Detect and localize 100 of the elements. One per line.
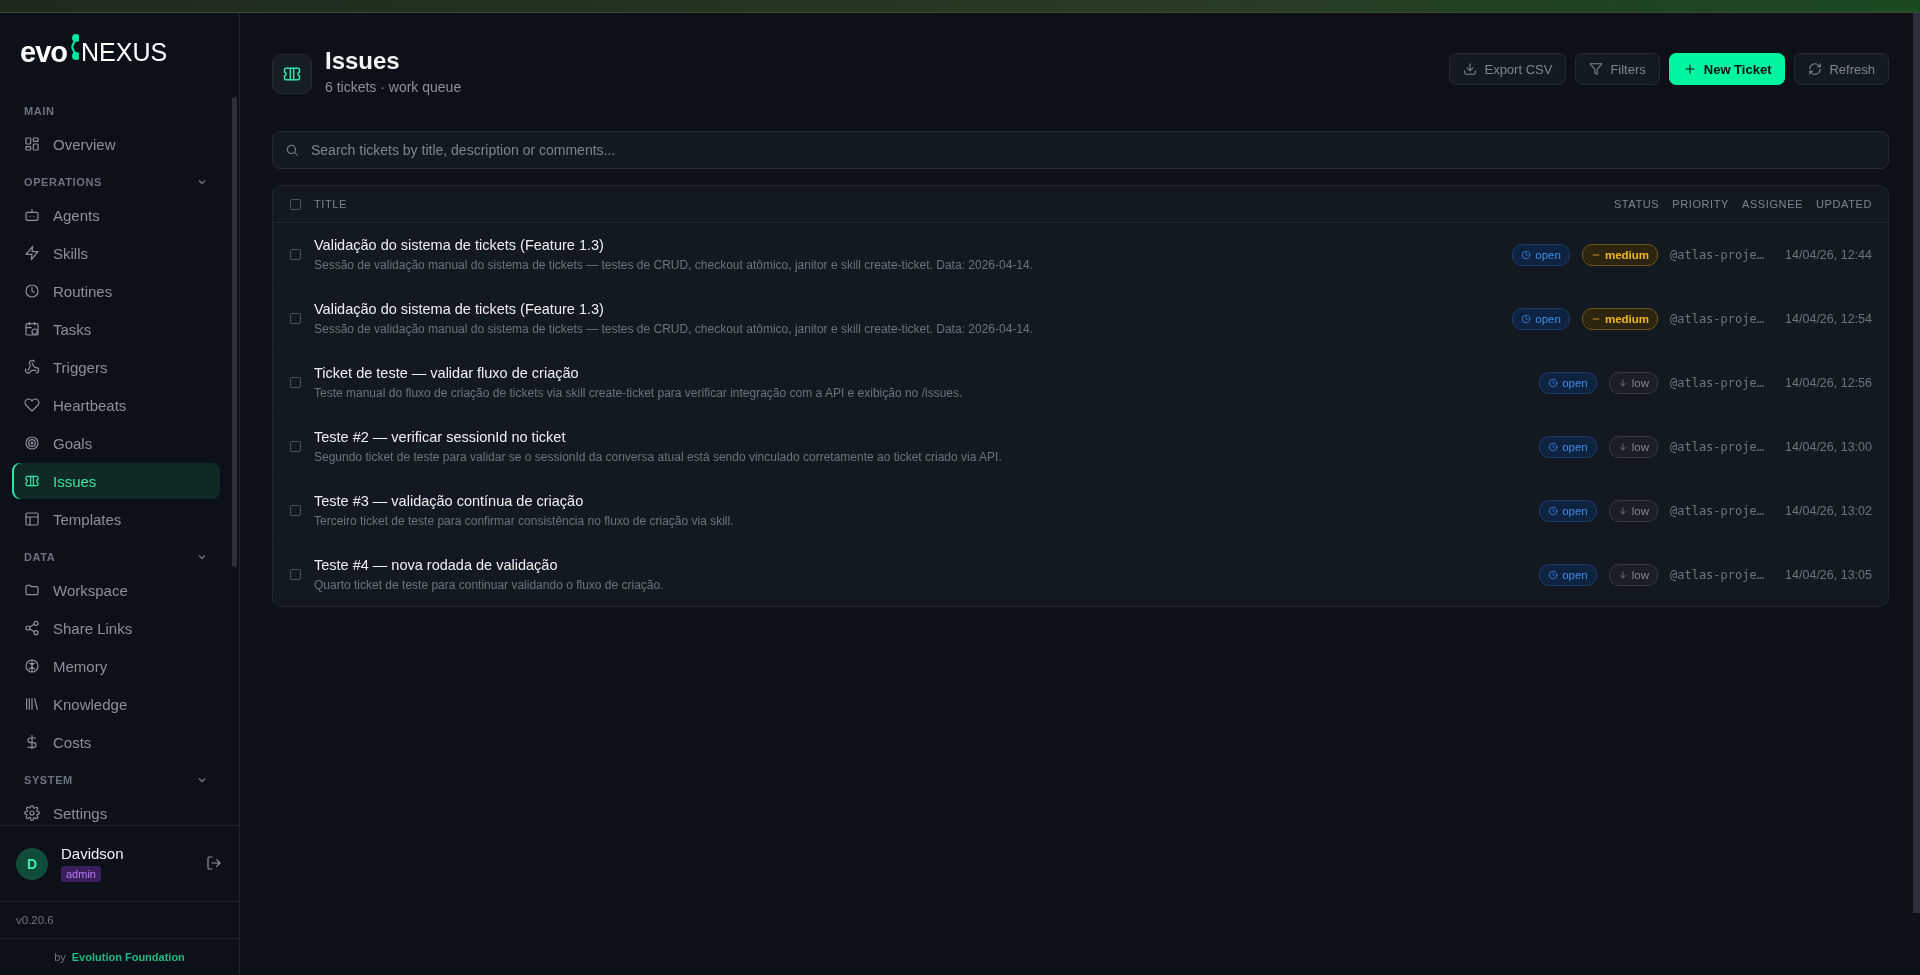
column-header: UPDATED (1816, 198, 1872, 210)
nav-item[interactable]: Memory (12, 648, 220, 684)
ticket-title[interactable]: Teste #3 — validação contínua de criação (314, 493, 1540, 509)
page-title: Issues (325, 47, 401, 75)
clock-icon (24, 283, 40, 299)
action-button[interactable]: Refresh (1794, 53, 1889, 85)
clock-icon (1548, 441, 1559, 452)
ticket-description: Quarto ticket de teste para continuar validando o fluxo de criação. (314, 578, 665, 592)
nav-item[interactable]: Settings (12, 795, 220, 825)
search-bar[interactable]: Search tickets by title, description or comments... (272, 131, 1889, 169)
nav-item[interactable]: Issues (12, 463, 220, 499)
clock-icon (1521, 313, 1532, 324)
action-button[interactable]: Filters (1575, 53, 1660, 85)
ticket-title[interactable]: Validação do sistema de tickets (Feature 1.3) (314, 301, 1513, 317)
folder-icon (24, 582, 40, 598)
ticket-title[interactable]: Teste #2 — verificar sessionId no ticket (314, 429, 1540, 445)
refresh-icon (1808, 62, 1823, 76)
updated-time: 14/04/26, 12:56 (1784, 375, 1872, 390)
ticket-icon (282, 64, 302, 84)
status-badge: low (1608, 499, 1658, 522)
lightning-icon (24, 245, 40, 261)
search-icon (285, 143, 299, 157)
row-checkbox[interactable] (290, 441, 301, 452)
row-checkbox[interactable] (290, 313, 301, 324)
nav-item[interactable]: Goals (12, 425, 220, 461)
logout-icon (206, 854, 222, 871)
nav-item[interactable]: Share Links (12, 610, 220, 646)
status-badge: low (1608, 563, 1658, 586)
ticket-description: Terceiro ticket de teste para confirmar consistência no fluxo de criação via skill. (314, 514, 735, 528)
page-subtitle: 6 tickets · work queue (325, 79, 463, 95)
nav-item[interactable]: Knowledge (12, 686, 220, 722)
assignee: @atlas-proje… (1670, 503, 1765, 518)
status-badge: low (1608, 435, 1658, 458)
nav-item[interactable]: Agents (12, 197, 220, 233)
credit-link[interactable]: Evolution Foundation (71, 951, 185, 963)
calendar-clock-icon (24, 321, 40, 337)
column-header: PRIORITY (1672, 198, 1729, 210)
nav-item[interactable]: Overview (12, 126, 220, 162)
column-header: TITLE (314, 198, 348, 210)
row-checkbox[interactable] (290, 249, 301, 260)
action-button[interactable]: New Ticket (1668, 53, 1786, 85)
search-field[interactable]: Search tickets by title, description or comments... (309, 141, 1876, 159)
nav-item[interactable]: Skills (12, 235, 220, 271)
row-checkbox[interactable] (290, 377, 301, 388)
updated-time: 14/04/26, 12:44 (1784, 247, 1872, 262)
updated-time: 14/04/26, 13:00 (1784, 439, 1872, 454)
filter-icon (1589, 62, 1604, 76)
status-badge: open (1539, 435, 1597, 458)
status-badge: medium (1581, 307, 1658, 330)
section-label: DATA (24, 551, 56, 563)
library-icon (24, 696, 40, 712)
status-badge: open (1512, 307, 1570, 330)
ticket-title[interactable]: Ticket de teste — validar fluxo de criação (314, 365, 1540, 381)
clock-icon (1548, 505, 1559, 516)
ticket-description: Sessão de validação manual do sistema de tickets — testes de CRUD, checkout atômico, janitor e skill create-ticket. Data: 2026-04-14. (314, 258, 1034, 272)
nav-item[interactable]: Triggers (12, 349, 220, 385)
nav-item[interactable]: Heartbeats (12, 387, 220, 423)
row-checkbox[interactable] (290, 505, 301, 516)
user-name: Davidson (61, 845, 124, 862)
share-icon (24, 620, 40, 636)
section-label: SYSTEM (24, 774, 73, 786)
nav-item[interactable]: Costs (12, 724, 220, 760)
nav-item[interactable]: Templates (12, 501, 220, 537)
assignee: @atlas-proje… (1670, 247, 1765, 262)
status-badge: open (1512, 243, 1570, 266)
status-badge: open (1539, 499, 1597, 522)
nav-item[interactable]: Routines (12, 273, 220, 309)
nav-item[interactable]: Tasks (12, 311, 220, 347)
heart-icon (24, 397, 40, 413)
row-checkbox[interactable] (290, 569, 301, 580)
updated-time: 14/04/26, 12:54 (1784, 311, 1872, 326)
nav-item[interactable]: Workspace (12, 572, 220, 608)
layout-icon (24, 511, 40, 527)
section-label: MAIN (24, 105, 55, 117)
download-icon (1463, 62, 1478, 76)
ticket-icon (24, 473, 40, 489)
version-label: v0.20.6 (0, 901, 239, 938)
updated-time: 14/04/26, 13:02 (1784, 503, 1872, 518)
assignee: @atlas-proje… (1670, 439, 1765, 454)
target-icon (24, 435, 40, 451)
arrow-down-icon (1617, 441, 1628, 452)
logo-name: NEXUS (81, 37, 168, 67)
ticket-title[interactable]: Teste #4 — nova rodada de validação (314, 557, 1540, 573)
select-all-checkbox[interactable] (290, 198, 301, 210)
ticket-description: Segundo ticket de teste para validar se o sessionId da conversa atual está sendo vinculado corretamente ao ticket criado via API. (314, 450, 1003, 464)
role-badge: admin (61, 866, 101, 882)
user-avatar: D (16, 847, 48, 880)
clock-icon (1521, 249, 1532, 260)
assignee: @atlas-proje… (1670, 567, 1765, 582)
section-label: OPERATIONS (24, 176, 102, 188)
logout-button[interactable] (205, 854, 223, 873)
scrollbar[interactable] (1913, 13, 1920, 913)
ticket-title[interactable]: Validação do sistema de tickets (Feature 1.3) (314, 237, 1513, 253)
arrow-down-icon (1617, 569, 1628, 580)
scrollbar[interactable] (232, 97, 237, 567)
action-button[interactable]: Export CSV (1449, 53, 1567, 85)
settings-icon (24, 805, 40, 821)
status-badge: medium (1581, 243, 1658, 266)
updated-time: 14/04/26, 13:05 (1784, 567, 1872, 582)
column-header: ASSIGNEE (1742, 198, 1804, 210)
